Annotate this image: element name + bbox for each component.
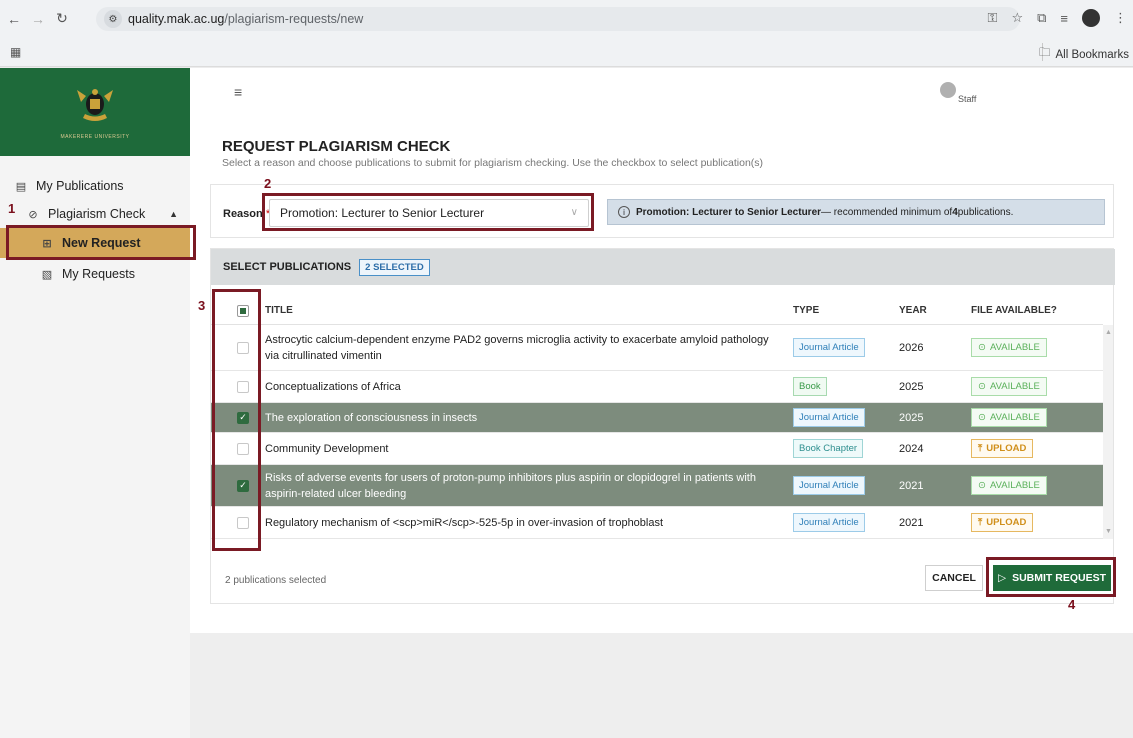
document-icon: ▤ bbox=[15, 180, 27, 193]
user-avatar[interactable] bbox=[940, 82, 956, 98]
chevron-up-icon: ▲ bbox=[169, 209, 178, 219]
upload-icon: ⤒ bbox=[978, 443, 983, 454]
check-circle-icon: ⊙ bbox=[978, 412, 986, 423]
url-text: quality.mak.ac.ug/plagiarism-requests/ne… bbox=[128, 12, 364, 26]
check-circle-icon: ⊙ bbox=[978, 480, 986, 491]
check-circle-icon: ⊙ bbox=[978, 381, 986, 392]
scroll-down-icon[interactable]: ▼ bbox=[1105, 528, 1112, 535]
annotation-box-4 bbox=[986, 557, 1116, 597]
shield-check-icon: ⊘ bbox=[28, 208, 38, 221]
type-tag: Journal Article bbox=[793, 408, 865, 427]
table-row[interactable]: Conceptualizations of Africa Book 2025 ⊙… bbox=[211, 371, 1103, 403]
column-file-available: FILE AVAILABLE? bbox=[971, 305, 1057, 316]
menu-icon[interactable]: ⋮ bbox=[1114, 10, 1127, 26]
file-available-tag: ⊙ AVAILABLE bbox=[971, 338, 1047, 357]
sidebar-item-plagiarism-check[interactable]: ⊘ Plagiarism Check ▲ bbox=[0, 200, 190, 228]
forward-icon[interactable]: → bbox=[28, 9, 48, 29]
selected-count-badge: 2 SELECTED bbox=[359, 258, 430, 276]
table-row[interactable]: ✓ Risks of adverse events for users of p… bbox=[211, 465, 1103, 507]
upload-button[interactable]: ⤒ UPLOAD bbox=[971, 513, 1034, 532]
column-type: TYPE bbox=[793, 305, 820, 316]
media-icon[interactable]: ≡ bbox=[1060, 11, 1068, 26]
hamburger-menu-icon[interactable]: ≡ bbox=[234, 84, 242, 100]
page-subtitle: Select a reason and choose publications … bbox=[222, 157, 764, 169]
bookmark-star-icon[interactable]: ☆ bbox=[1011, 10, 1023, 26]
folder-icon: 🗀 bbox=[1039, 47, 1051, 59]
profile-avatar[interactable] bbox=[1082, 9, 1100, 27]
file-available-tag: ⊙ AVAILABLE bbox=[971, 408, 1047, 427]
publications-card: SELECT PUBLICATIONS 2 SELECTED TITLE TYP… bbox=[210, 248, 1115, 604]
requests-icon: ▧ bbox=[41, 268, 53, 281]
upload-button[interactable]: ⤒ UPLOAD bbox=[971, 439, 1034, 458]
publications-header: SELECT PUBLICATIONS 2 SELECTED bbox=[211, 249, 1115, 285]
annotation-1: 1 bbox=[8, 201, 16, 216]
password-key-icon[interactable]: ⚿ bbox=[988, 10, 998, 26]
annotation-box-2 bbox=[262, 193, 594, 231]
annotation-3: 3 bbox=[198, 298, 206, 313]
table-row[interactable]: ✓ The exploration of consciousness in in… bbox=[211, 403, 1103, 433]
table-row[interactable]: Community Development Book Chapter 2024 … bbox=[211, 433, 1103, 465]
annotation-box-3 bbox=[212, 289, 261, 551]
upload-icon: ⤒ bbox=[978, 517, 983, 528]
crest-icon bbox=[77, 89, 113, 121]
site-info-icon[interactable]: ⚙ bbox=[104, 10, 122, 28]
column-year: YEAR bbox=[899, 305, 927, 316]
table-scrollbar[interactable]: ▲ ▼ bbox=[1103, 325, 1113, 539]
type-tag: Journal Article bbox=[793, 338, 865, 357]
reason-info-banner: i Promotion: Lecturer to Senior Lecturer… bbox=[607, 199, 1105, 225]
apps-grid-icon[interactable]: ▦ bbox=[10, 45, 21, 59]
back-icon[interactable]: ← bbox=[4, 9, 24, 29]
annotation-2: 2 bbox=[264, 176, 272, 191]
type-tag: Book Chapter bbox=[793, 439, 864, 458]
annotation-box-1 bbox=[6, 225, 196, 260]
user-role-label: Staff bbox=[958, 94, 977, 104]
browser-actions: ⚿ ☆ ⧉ ≡ ⋮ bbox=[988, 9, 1127, 27]
all-bookmarks-button[interactable]: 🗀 All Bookmarks bbox=[1039, 45, 1129, 64]
bookmarks-bar: ▦ 🗀 All Bookmarks bbox=[0, 37, 1133, 67]
type-tag: Journal Article bbox=[793, 476, 865, 495]
reload-icon[interactable]: ↻ bbox=[52, 9, 72, 29]
address-bar[interactable]: ⚙ quality.mak.ac.ug/plagiarism-requests/… bbox=[96, 7, 1020, 31]
extensions-icon[interactable]: ⧉ bbox=[1037, 10, 1046, 26]
table-row[interactable]: Astrocytic calcium-dependent enzyme PAD2… bbox=[211, 325, 1103, 371]
logo-caption: MAKERERE UNIVERSITY bbox=[60, 134, 130, 140]
selected-count-text: 2 publications selected bbox=[225, 575, 327, 586]
sidebar: MAKERERE UNIVERSITY ▤ My Publications ⊘ … bbox=[0, 68, 190, 738]
sidebar-item-my-requests[interactable]: ▧ My Requests bbox=[0, 260, 190, 288]
file-available-tag: ⊙ AVAILABLE bbox=[971, 377, 1047, 396]
file-available-tag: ⊙ AVAILABLE bbox=[971, 476, 1047, 495]
column-title: TITLE bbox=[265, 304, 293, 316]
university-logo: MAKERERE UNIVERSITY bbox=[0, 68, 190, 156]
type-tag: Book bbox=[793, 377, 827, 396]
table-row[interactable]: Regulatory mechanism of <scp>miR</scp>-5… bbox=[211, 507, 1103, 539]
table-header: TITLE TYPE YEAR FILE AVAILABLE? bbox=[211, 297, 1103, 325]
sidebar-item-my-publications[interactable]: ▤ My Publications bbox=[0, 172, 190, 200]
main-content: ≡ Staff REQUEST PLAGIARISM CHECK Select … bbox=[190, 68, 1133, 633]
browser-toolbar: ← → ↻ ⚙ quality.mak.ac.ug/plagiarism-req… bbox=[0, 0, 1133, 37]
annotation-4: 4 bbox=[1068, 597, 1076, 612]
main-footer-area bbox=[190, 633, 1133, 738]
check-circle-icon: ⊙ bbox=[978, 342, 986, 353]
info-icon: i bbox=[618, 206, 630, 218]
type-tag: Journal Article bbox=[793, 513, 865, 532]
page-title: REQUEST PLAGIARISM CHECK bbox=[222, 138, 451, 155]
scroll-up-icon[interactable]: ▲ bbox=[1105, 329, 1112, 336]
cancel-button[interactable]: CANCEL bbox=[925, 565, 983, 591]
